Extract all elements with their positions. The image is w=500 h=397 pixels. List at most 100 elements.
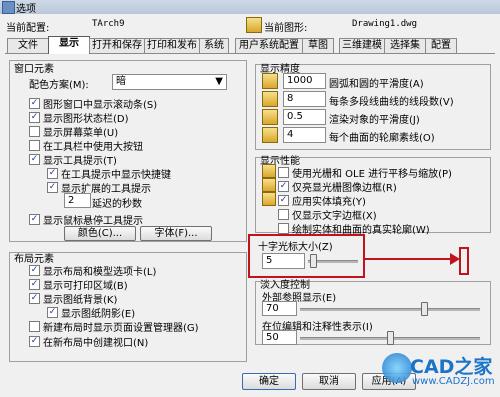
checkbox-scrollbars[interactable]: ✓ 图形窗口中显示滚动条(S) (29, 96, 157, 111)
xref-display-input[interactable]: 70 (262, 301, 297, 316)
checkbox-box (278, 223, 289, 234)
current-drawing-label: 当前图形: (264, 23, 308, 34)
highlight-box (248, 234, 365, 278)
slider-thumb[interactable] (387, 331, 394, 345)
watermark-url: www.CADZJ.com (412, 376, 495, 387)
checkbox-box: ✓ (29, 279, 40, 290)
tab-user-preferences[interactable]: 用户系统配置 (235, 38, 303, 53)
checkbox-label: 显示布局和模型选项卡(L) (43, 267, 157, 278)
watermark-logo-icon (382, 353, 412, 383)
checkbox-label: 应用实体填充(Y) (292, 197, 366, 208)
checkbox-box (29, 126, 40, 137)
in-place-fade-slider[interactable] (300, 331, 480, 345)
checkbox-box: ✓ (29, 336, 40, 347)
checkbox-paper-shadow[interactable]: ✓ 显示图纸阴影(E) (47, 305, 135, 320)
contour-lines-label: 每个曲面的轮廓素线(O) (329, 133, 435, 144)
arc-smoothness-icon (262, 73, 278, 89)
checkbox-box: ✓ (29, 98, 40, 109)
checkbox-screen-menu[interactable]: 显示屏幕菜单(U) (29, 124, 118, 139)
render-smoothness-input[interactable]: 0.5 (283, 109, 326, 125)
checkbox-box: ✓ (47, 168, 58, 179)
checkbox-raster-frame[interactable]: ✓ 仅亮显光栅图像边框(R) (278, 179, 397, 194)
watermark-brand: CAD之家 (410, 356, 493, 378)
checkbox-label: 显示鼠标悬停工具提示 (43, 216, 143, 227)
checkbox-box: ✓ (29, 265, 40, 276)
checkbox-box: ✓ (47, 182, 58, 193)
fonts-button[interactable]: 字体(F)... (140, 226, 212, 241)
checkbox-label: 显示屏幕菜单(U) (43, 128, 119, 139)
checkbox-box: ✓ (29, 293, 40, 304)
checkbox-label: 显示图纸阴影(E) (61, 309, 136, 320)
window-titlebar: 选项 (0, 0, 500, 15)
delay-seconds-label: 延迟的秒数 (92, 199, 142, 210)
checkbox-label: 新建布局时显示页面设置管理器(G) (43, 323, 199, 334)
ok-button[interactable]: 确定 (242, 373, 296, 390)
tab-profiles[interactable]: 配置 (425, 38, 457, 53)
checkbox-shortcut-keys[interactable]: ✓ 在工具提示中显示快捷键 (47, 166, 171, 181)
cancel-button[interactable]: 取消 (302, 373, 356, 390)
checkbox-text-frame[interactable]: 仅显示文字边框(X) (278, 207, 377, 222)
slider-track (300, 308, 480, 311)
tab-drafting[interactable]: 草图 (302, 38, 334, 53)
checkbox-paper-background[interactable]: ✓ 显示图纸背景(K) (29, 291, 117, 306)
drawing-icon (246, 17, 262, 33)
contour-lines-input[interactable]: 4 (283, 127, 326, 143)
checkbox-printable-area[interactable]: ✓ 显示可打印区域(B) (29, 277, 128, 292)
checkbox-box (278, 167, 289, 178)
color-scheme-value: 暗 (116, 76, 126, 87)
contour-lines-icon (262, 127, 278, 143)
checkbox-box (29, 140, 40, 151)
current-profile-value: TArch9 (92, 19, 125, 29)
render-smoothness-label: 渲染对象的平滑度(J) (329, 115, 420, 126)
polyline-segments-input[interactable]: 8 (283, 91, 326, 107)
window-elements-title: 窗口元素 (14, 64, 54, 75)
checkbox-rollover-tooltips[interactable]: ✓ 显示鼠标悬停工具提示 (29, 212, 143, 227)
checkbox-solid-fill[interactable]: ✓ 应用实体填充(Y) (278, 193, 366, 208)
checkbox-box: ✓ (278, 195, 289, 206)
tab-selection[interactable]: 选择集 (384, 38, 426, 53)
checkbox-label: 仅显示文字边框(X) (292, 211, 377, 222)
tab-3d-modeling[interactable]: 三维建模 (339, 38, 385, 53)
slider-thumb[interactable] (421, 302, 428, 316)
in-place-edit-input[interactable]: 50 (262, 330, 297, 345)
app-icon (2, 1, 15, 14)
checkbox-box: ✓ (278, 181, 289, 192)
checkbox-label: 显示工具提示(T) (43, 156, 117, 167)
checkbox-label: 显示图纸背景(K) (43, 295, 118, 306)
tab-open-save[interactable]: 打开和保存 (89, 38, 145, 53)
color-scheme-label: 配色方案(M): (29, 80, 89, 91)
checkbox-page-setup-manager[interactable]: 新建布局时显示页面设置管理器(G) (29, 319, 199, 334)
checkbox-label: 在新布局中创建视口(N) (43, 338, 149, 349)
current-profile-label: 当前配置: (6, 23, 50, 34)
checkbox-box: ✓ (29, 154, 40, 165)
checkbox-layout-tabs[interactable]: ✓ 显示布局和模型选项卡(L) (29, 263, 156, 278)
window-title: 选项 (16, 4, 36, 15)
checkbox-box: ✓ (29, 214, 40, 225)
tab-display[interactable]: 显示 (48, 36, 90, 54)
tab-bar: 文件 显示 打开和保存 打印和发布 系统 用户系统配置 草图 三维建模 选择集 … (5, 36, 495, 54)
delay-seconds-input[interactable]: 2 (64, 193, 91, 208)
arc-smoothness-input[interactable]: 1000 (283, 73, 326, 89)
color-scheme-select[interactable]: 暗 ▼ (112, 74, 227, 90)
solid-fill-icon (262, 192, 276, 206)
polyline-segments-icon (262, 91, 278, 107)
checkbox-label: 仅亮显光栅图像边框(R) (292, 183, 397, 194)
colors-button[interactable]: 颜色(C)... (64, 226, 136, 241)
checkbox-create-viewport[interactable]: ✓ 在新布局中创建视口(N) (29, 334, 148, 349)
checkbox-box (29, 321, 40, 332)
checkbox-label: 使用光栅和 OLE 进行平移与缩放(P) (292, 169, 452, 180)
checkbox-label: 在工具栏中使用大按钮 (43, 142, 143, 153)
checkbox-large-buttons[interactable]: 在工具栏中使用大按钮 (29, 138, 143, 153)
polyline-segments-label: 每条多段线曲线的线段数(V) (329, 97, 454, 108)
tab-files[interactable]: 文件 (7, 38, 49, 53)
checkbox-raster-ole[interactable]: 使用光栅和 OLE 进行平移与缩放(P) (278, 165, 452, 180)
checkbox-box: ✓ (47, 307, 58, 318)
checkbox-label: 显示图形状态栏(D) (43, 114, 129, 125)
tab-plot-publish[interactable]: 打印和发布 (144, 38, 200, 53)
tab-system[interactable]: 系统 (199, 38, 229, 53)
checkbox-show-tooltips[interactable]: ✓ 显示工具提示(T) (29, 152, 117, 167)
current-drawing-value: Drawing1.dwg (352, 19, 418, 29)
xref-fade-slider[interactable] (300, 302, 480, 316)
checkbox-status-bar[interactable]: ✓ 显示图形状态栏(D) (29, 110, 129, 125)
checkbox-extended-tooltips[interactable]: ✓ 显示扩展的工具提示 (47, 180, 151, 195)
